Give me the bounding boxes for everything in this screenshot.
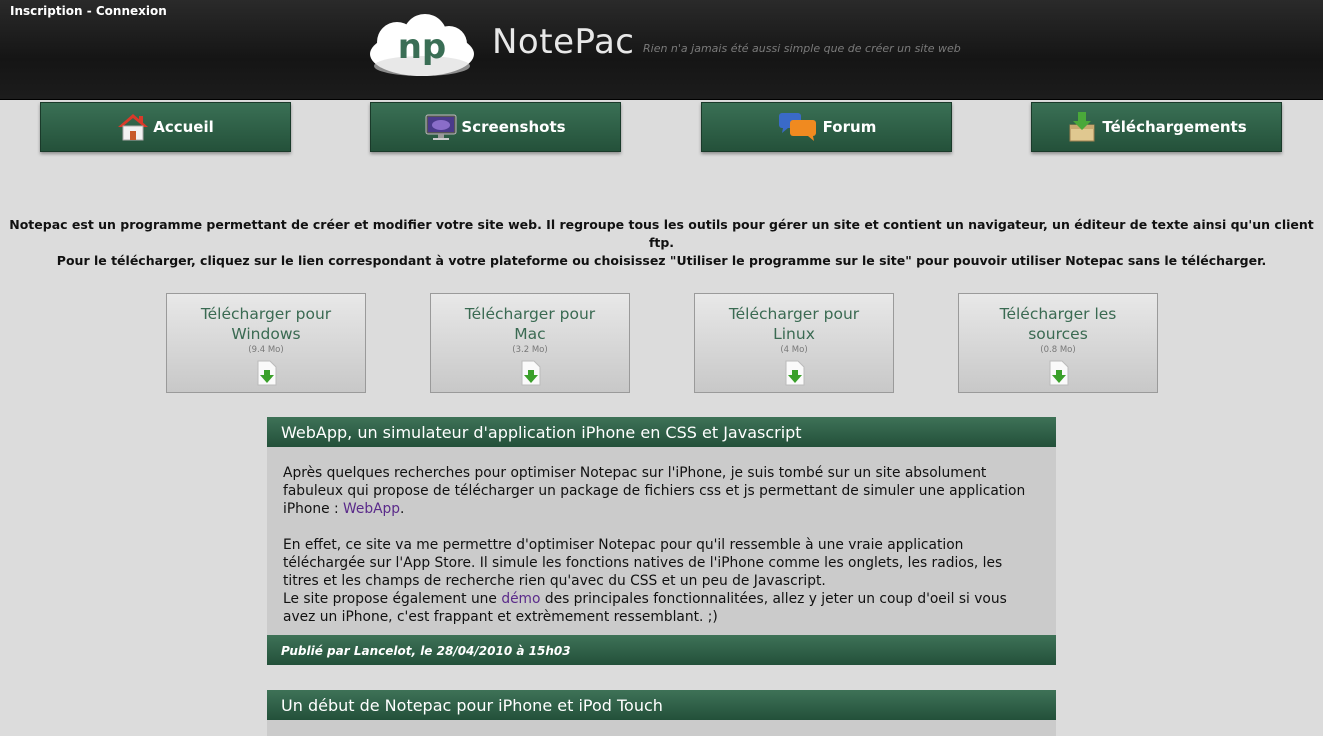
article-footer: Publié par Lancelot, le 28/04/2010 à 15h… bbox=[267, 635, 1056, 665]
intro-text: Notepac est un programme permettant de c… bbox=[0, 216, 1323, 270]
auth-links: Inscription - Connexion bbox=[10, 4, 167, 18]
download-windows-button[interactable]: Télécharger pour Windows (9.4 Mo) bbox=[166, 293, 366, 393]
site-header: Inscription - Connexion np NotePac Rien … bbox=[0, 0, 1323, 100]
tagline: Rien n'a jamais été aussi simple que de … bbox=[643, 42, 961, 55]
demo-link[interactable]: démo bbox=[501, 591, 540, 607]
nav-label: Téléchargements bbox=[1102, 118, 1247, 136]
download-title: Télécharger pour Mac bbox=[464, 305, 596, 343]
article-title[interactable]: Un début de Notepac pour iPhone et iPod … bbox=[267, 690, 1056, 720]
notepac-logo-icon[interactable]: np bbox=[367, 14, 477, 78]
article-title[interactable]: WebApp, un simulateur d'application iPho… bbox=[267, 417, 1056, 447]
download-size: (0.8 Mo) bbox=[1040, 345, 1076, 355]
chat-bubbles-icon bbox=[777, 111, 819, 143]
monitor-icon bbox=[425, 111, 457, 143]
file-download-icon bbox=[783, 360, 807, 386]
article-body bbox=[267, 720, 1056, 736]
download-title: Télécharger les sources bbox=[999, 305, 1117, 343]
nav-screenshots[interactable]: Screenshots bbox=[370, 102, 621, 152]
nav-label: Forum bbox=[822, 118, 877, 136]
download-size: (4 Mo) bbox=[780, 345, 808, 355]
download-title: Télécharger pour Windows bbox=[200, 305, 332, 343]
download-mac-button[interactable]: Télécharger pour Mac (3.2 Mo) bbox=[430, 293, 630, 393]
article-body: Après quelques recherches pour optimiser… bbox=[267, 447, 1056, 635]
article-paragraph: En effet, ce site va me permettre d'opti… bbox=[283, 537, 1007, 625]
download-size: (9.4 Mo) bbox=[248, 345, 284, 355]
connexion-link[interactable]: Connexion bbox=[96, 4, 167, 18]
download-sources-button[interactable]: Télécharger les sources (0.8 Mo) bbox=[958, 293, 1158, 393]
nav-forum[interactable]: Forum bbox=[701, 102, 952, 152]
article-paragraph: Après quelques recherches pour optimiser… bbox=[283, 465, 1026, 517]
file-download-icon bbox=[255, 360, 279, 386]
nav-telechargements[interactable]: Téléchargements bbox=[1031, 102, 1282, 152]
nav-label: Accueil bbox=[153, 118, 214, 136]
intro-line-2: Pour le télécharger, cliquez sur le lien… bbox=[56, 253, 1267, 268]
download-linux-button[interactable]: Télécharger pour Linux (4 Mo) bbox=[694, 293, 894, 393]
auth-separator: - bbox=[82, 4, 96, 18]
logo-text: np bbox=[398, 27, 447, 67]
nav-label: Screenshots bbox=[461, 118, 566, 136]
download-size: (3.2 Mo) bbox=[512, 345, 548, 355]
intro-line-1: Notepac est un programme permettant de c… bbox=[9, 217, 1314, 250]
home-icon bbox=[117, 111, 149, 143]
download-box-icon bbox=[1066, 111, 1098, 143]
file-download-icon bbox=[1047, 360, 1071, 386]
inscription-link[interactable]: Inscription bbox=[10, 4, 83, 18]
file-download-icon bbox=[519, 360, 543, 386]
nav-accueil[interactable]: Accueil bbox=[40, 102, 291, 152]
brand-name: NotePac bbox=[492, 22, 635, 62]
download-title: Télécharger pour Linux bbox=[728, 305, 860, 343]
webapp-link[interactable]: WebApp bbox=[343, 501, 400, 517]
